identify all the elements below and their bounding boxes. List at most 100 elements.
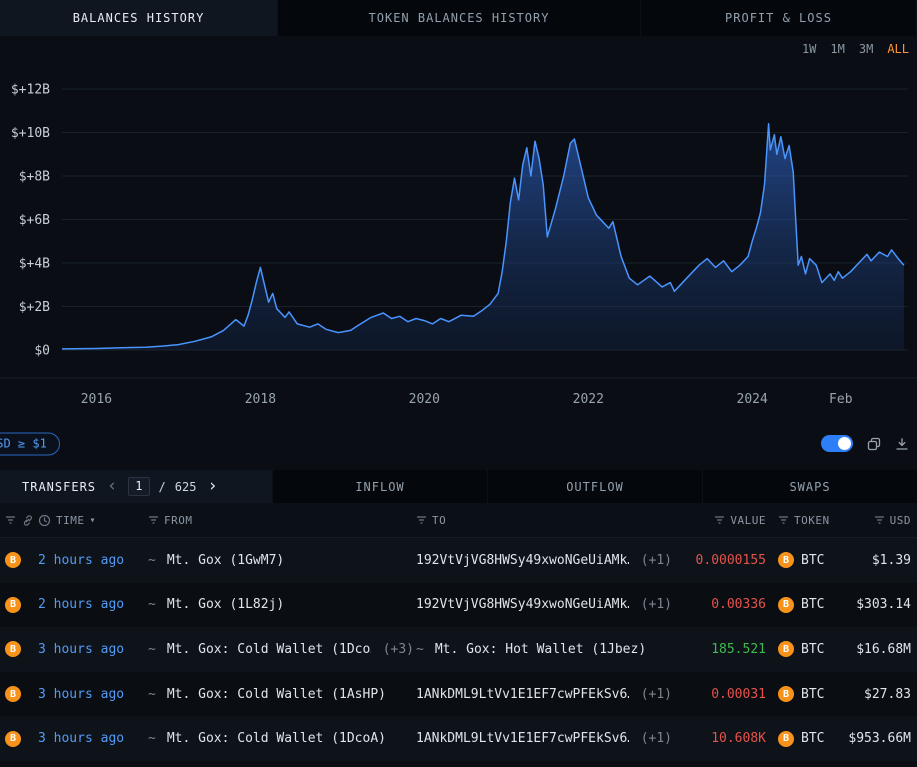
filter-funnel-icon [416, 515, 427, 525]
tab-outflow[interactable]: OUTFLOW [487, 470, 702, 503]
balances-dashboard: BALANCES HISTORY TOKEN BALANCES HISTORY … [0, 0, 917, 767]
tab-token-balances-history[interactable]: TOKEN BALANCES HISTORY [278, 0, 641, 36]
range-3m[interactable]: 3M [859, 42, 873, 56]
usd-value: $1.39 [872, 553, 911, 568]
bitcoin-chain-icon: B [5, 641, 21, 657]
svg-text:$+10B: $+10B [11, 126, 50, 141]
filter-funnel-icon[interactable] [5, 515, 16, 525]
usd-value: $953.66M [848, 731, 911, 746]
chart-controls-row: USD ≥ $1 [0, 417, 917, 470]
transfer-time: 3 hours ago [38, 731, 124, 746]
svg-text:Feb: Feb [829, 392, 853, 407]
from-address-link[interactable]: Mt. Gox: Cold Wallet (1AsHP) [167, 687, 386, 702]
to-address-link[interactable]: Mt. Gox: Hot Wallet (1Jbez) [435, 642, 646, 657]
tab-balances-history[interactable]: BALANCES HISTORY [0, 0, 278, 36]
clock-icon [38, 514, 51, 527]
tab-swaps[interactable]: SWAPS [702, 470, 917, 503]
bitcoin-chain-icon: B [5, 686, 21, 702]
from-address-link[interactable]: Mt. Gox: Cold Wallet (1DcoA) [167, 731, 386, 746]
svg-text:2018: 2018 [245, 392, 276, 407]
svg-text:$+8B: $+8B [19, 170, 50, 185]
transfer-row[interactable]: B 3 hours ago ~ Mt. Gox: Cold Wallet (1D… [0, 716, 917, 761]
btc-token-icon: B [778, 686, 794, 702]
range-1w[interactable]: 1W [802, 42, 816, 56]
column-header-usd[interactable]: USD [844, 514, 917, 527]
balance-area-chart[interactable]: $0$+2B$+4B$+6B$+8B$+10B$+12B201620182020… [0, 62, 917, 417]
filter-funnel-icon [714, 515, 725, 525]
entity-squiggle-icon: ~ [148, 553, 156, 568]
token-symbol: BTC [801, 687, 824, 702]
svg-text:$+12B: $+12B [11, 83, 50, 98]
toggle-knob [838, 437, 851, 450]
transfer-time: 2 hours ago [38, 553, 124, 568]
transfer-row[interactable]: B 2 hours ago ~ Mt. Gox (1GwM7) 192VtVjV… [0, 538, 917, 583]
bitcoin-chain-icon: B [5, 731, 21, 747]
transfers-title: TRANSFERS [22, 480, 96, 494]
from-address-link[interactable]: Mt. Gox (1L82j) [167, 597, 284, 612]
transfer-value: 185.521 [711, 642, 766, 657]
svg-text:$0: $0 [34, 344, 50, 359]
address-extra-count: (+1) [641, 731, 672, 746]
svg-text:2016: 2016 [81, 392, 112, 407]
svg-text:2020: 2020 [409, 392, 440, 407]
chevron-down-icon: ▾ [90, 515, 97, 526]
link-icon[interactable] [21, 514, 34, 527]
tab-profit-and-loss[interactable]: PROFIT & LOSS [641, 0, 917, 36]
address-extra-count: (+1) [641, 597, 672, 612]
transfers-table-body: B 2 hours ago ~ Mt. Gox (1GwM7) 192VtVjV… [0, 538, 917, 767]
entity-squiggle-icon: ~ [148, 597, 156, 612]
from-header-label: FROM [164, 514, 193, 527]
download-icon [895, 437, 909, 451]
column-header-token[interactable]: TOKEN [770, 514, 844, 527]
column-header-time[interactable]: TIME ▾ [34, 514, 146, 527]
column-header-value[interactable]: VALUE [672, 514, 770, 527]
to-address-link[interactable]: 192VtVjVG8HWSy49xwoNGeUiAMk… [416, 597, 629, 612]
from-address-link[interactable]: Mt. Gox (1GwM7) [167, 553, 284, 568]
value-header-label: VALUE [730, 514, 766, 527]
from-address-link[interactable]: Mt. Gox: Cold Wallet (1Dco… [167, 642, 371, 657]
svg-text:2024: 2024 [737, 392, 768, 407]
transfer-row[interactable]: B 3 hours ago ~ Mt. Gox: Cold Wallet (1A… [0, 672, 917, 717]
token-symbol: BTC [801, 553, 824, 568]
download-button[interactable] [895, 437, 909, 451]
column-header-to[interactable]: TO [414, 514, 672, 527]
transfer-row[interactable]: B 3 hours ago ~ Mt. Gox: Cold Wallet (1D… [0, 627, 917, 672]
tab-inflow[interactable]: INFLOW [272, 470, 487, 503]
toggle-switch[interactable] [821, 435, 853, 452]
to-address-link[interactable]: 192VtVjVG8HWSy49xwoNGeUiAMk… [416, 553, 629, 568]
svg-text:$+6B: $+6B [19, 213, 50, 228]
to-address-link[interactable]: 1ANkDML9LtVv1E1EF7cwPFEkSv6… [416, 731, 629, 746]
page-next-button[interactable]: › [205, 478, 219, 495]
transfer-value: 0.0000155 [696, 553, 766, 568]
entity-squiggle-icon: ~ [148, 687, 156, 702]
entity-squiggle-icon: ~ [148, 642, 156, 657]
tab-transfers[interactable]: TRANSFERS ‹ 1 / 625 › [0, 470, 272, 503]
to-header-label: TO [432, 514, 446, 527]
time-header-label: TIME [56, 514, 85, 527]
transfer-value: 0.00031 [711, 687, 766, 702]
filter-funnel-icon [148, 515, 159, 525]
btc-token-icon: B [778, 731, 794, 747]
to-address-link[interactable]: 1ANkDML9LtVv1E1EF7cwPFEkSv6… [416, 687, 629, 702]
transfer-time: 2 hours ago [38, 597, 124, 612]
transfer-row[interactable]: B 2 hours ago ~ Mt. Gox (1L82j) 192VtVjV… [0, 583, 917, 628]
bitcoin-chain-icon: B [5, 552, 21, 568]
balance-history-chart[interactable]: $0$+2B$+4B$+6B$+8B$+10B$+12B201620182020… [0, 62, 917, 417]
token-header-label: TOKEN [794, 514, 830, 527]
usd-value: $27.83 [864, 687, 911, 702]
total-pages: 625 [175, 480, 197, 494]
entity-squiggle-icon: ~ [416, 642, 424, 657]
column-header-from[interactable]: FROM [146, 514, 414, 527]
svg-text:$+2B: $+2B [19, 300, 50, 315]
usd-value: $16.68M [856, 642, 911, 657]
svg-text:2022: 2022 [573, 392, 604, 407]
token-symbol: BTC [801, 731, 824, 746]
filter-funnel-icon [778, 515, 789, 525]
range-1m[interactable]: 1M [830, 42, 844, 56]
copy-button[interactable] [867, 437, 881, 451]
bitcoin-chain-icon: B [5, 597, 21, 613]
usd-filter-pill[interactable]: USD ≥ $1 [0, 432, 60, 455]
time-range-selector: 1W 1M 3M ALL [0, 36, 917, 62]
range-all[interactable]: ALL [887, 42, 909, 56]
page-prev-button[interactable]: ‹ [105, 478, 119, 495]
